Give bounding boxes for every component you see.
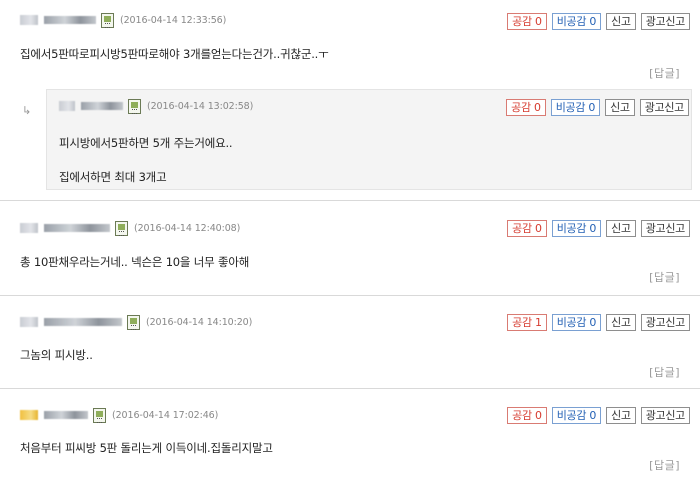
comment-text: 처음부터 피씨방 5판 돌리는게 이득이네.집돌리지말고: [20, 441, 273, 455]
separator: [0, 388, 700, 389]
comment-text: 총 10판채우라는거네.. 넥슨은 10을 너무 좋아해: [20, 255, 250, 269]
avatar: [20, 317, 38, 327]
comment-date: (2016-04-14 12:40:08): [134, 222, 241, 234]
avatar: [20, 15, 38, 25]
reply-meta: (2016-04-14 13:02:58): [59, 98, 253, 114]
comment-text: 집에서5판따로피시방5판따로해야 3개를얻는다는건가..귀찮군..ㅜ: [20, 47, 329, 61]
dislike-button[interactable]: 비공감 0: [550, 99, 601, 116]
reply-box: (2016-04-14 13:02:58) 공감 0 비공감 0 신고 광고신고…: [46, 89, 692, 190]
nickname[interactable]: [81, 102, 123, 110]
nickname[interactable]: [44, 16, 96, 24]
comment-meta: (2016-04-14 14:10:20): [20, 314, 252, 330]
reply-arrow-icon: ↳: [22, 104, 32, 117]
dislike-button[interactable]: 비공감 0: [551, 407, 602, 424]
dislike-button[interactable]: 비공감 0: [551, 314, 602, 331]
report-button[interactable]: 신고: [606, 407, 636, 424]
comment-actions: 공감 0 비공감 0 신고 광고신고: [507, 220, 690, 237]
reply-text-line-2: 집에서하면 최대 3개고: [59, 170, 167, 184]
dislike-button[interactable]: 비공감 0: [551, 220, 602, 237]
avatar: [20, 410, 38, 420]
comment-meta: (2016-04-14 12:40:08): [20, 220, 240, 236]
comment-actions: 공감 0 비공감 0 신고 광고신고: [507, 13, 690, 30]
reply-link[interactable]: [답글]: [649, 364, 680, 380]
like-button[interactable]: 공감 0: [507, 13, 547, 30]
ad-report-button[interactable]: 광고신고: [640, 220, 690, 237]
ad-report-button[interactable]: 광고신고: [640, 314, 690, 331]
avatar: [59, 101, 75, 111]
ad-report-button[interactable]: 광고신고: [639, 99, 689, 116]
ad-report-button[interactable]: 광고신고: [640, 13, 690, 30]
comment-date: (2016-04-14 12:33:56): [120, 14, 227, 26]
ad-report-button[interactable]: 광고신고: [640, 407, 690, 424]
report-button[interactable]: 신고: [606, 314, 636, 331]
comment-meta: (2016-04-14 17:02:46): [20, 407, 218, 423]
reply-link[interactable]: [답글]: [649, 457, 680, 473]
separator: [0, 295, 700, 296]
nickname[interactable]: [44, 411, 88, 419]
report-button[interactable]: 신고: [606, 13, 636, 30]
mobile-icon: [115, 220, 128, 236]
comment-meta: (2016-04-14 12:33:56): [20, 12, 226, 28]
comment-actions: 공감 1 비공감 0 신고 광고신고: [507, 314, 690, 331]
nickname[interactable]: [44, 318, 122, 326]
mobile-icon: [93, 407, 106, 423]
report-button[interactable]: 신고: [605, 99, 635, 116]
dislike-button[interactable]: 비공감 0: [551, 13, 602, 30]
like-button[interactable]: 공감 1: [507, 314, 547, 331]
like-button[interactable]: 공감 0: [507, 220, 547, 237]
separator: [0, 200, 700, 201]
avatar: [20, 223, 38, 233]
mobile-icon: [101, 12, 114, 28]
comment-date: (2016-04-14 17:02:46): [112, 409, 219, 421]
reply-text-line-1: 피시방에서5판하면 5개 주는거에요..: [59, 136, 233, 150]
mobile-icon: [127, 314, 140, 330]
comment-actions: 공감 0 비공감 0 신고 광고신고: [507, 407, 690, 424]
comment-date: (2016-04-14 14:10:20): [146, 316, 253, 328]
comment-text: 그놈의 피시방..: [20, 348, 93, 362]
reply-actions: 공감 0 비공감 0 신고 광고신고: [506, 99, 689, 116]
reply-link[interactable]: [답글]: [649, 269, 680, 285]
like-button[interactable]: 공감 0: [506, 99, 546, 116]
report-button[interactable]: 신고: [606, 220, 636, 237]
like-button[interactable]: 공감 0: [507, 407, 547, 424]
reply-link[interactable]: [답글]: [649, 65, 680, 81]
nickname[interactable]: [44, 224, 110, 232]
reply-date: (2016-04-14 13:02:58): [147, 100, 254, 112]
mobile-icon: [128, 98, 141, 114]
